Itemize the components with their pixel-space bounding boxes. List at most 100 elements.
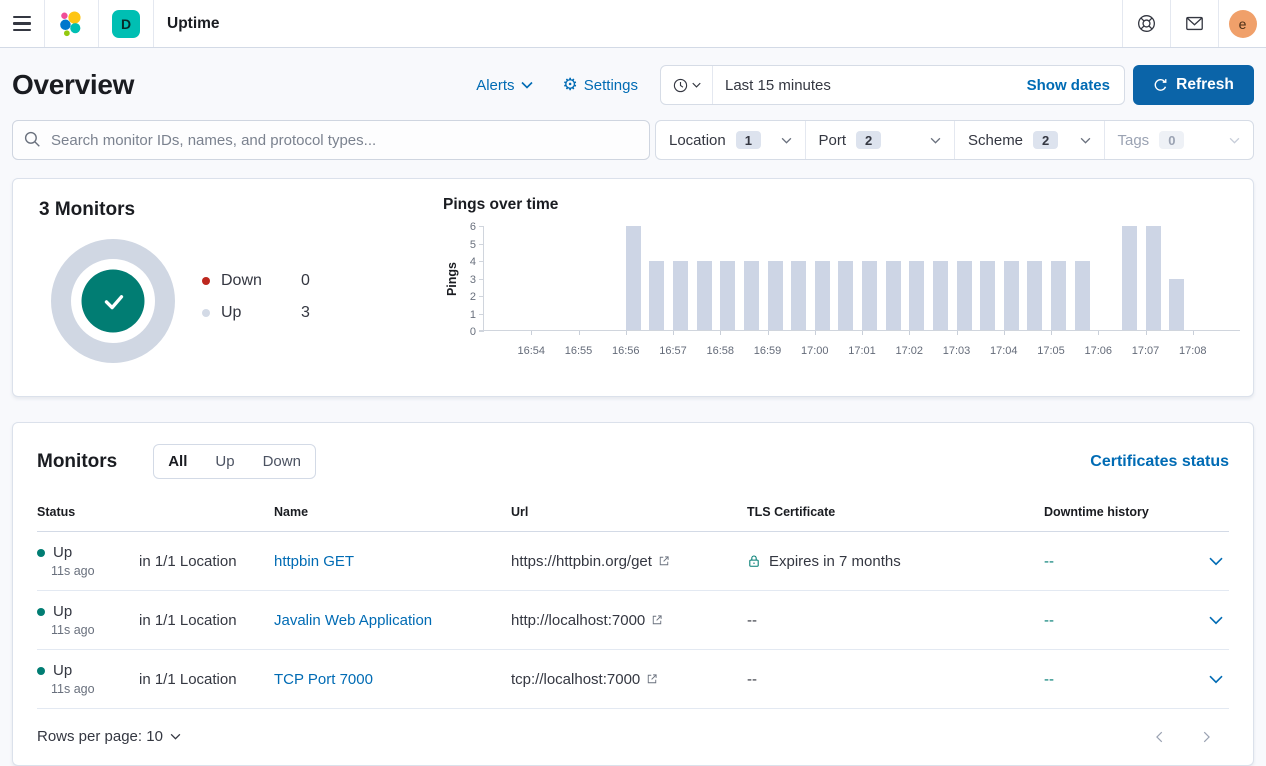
chart-bar	[1169, 279, 1184, 331]
column-header-tls: TLS Certificate	[747, 505, 1044, 519]
filter-port[interactable]: Port 2	[806, 121, 956, 159]
chart-title: Pings over time	[443, 196, 1240, 214]
tab-up[interactable]: Up	[201, 445, 248, 478]
top-navigation-bar: D Uptime e	[0, 0, 1266, 48]
chart-bar	[980, 261, 995, 330]
status-timestamp: 11s ago	[51, 564, 139, 578]
status-text: Up	[53, 544, 72, 561]
y-axis-tick: 4	[470, 257, 476, 268]
user-avatar[interactable]: e	[1229, 10, 1257, 38]
menu-button[interactable]	[0, 0, 44, 47]
newsfeed-button[interactable]	[1170, 0, 1218, 47]
x-axis-tick: 17:05	[1037, 345, 1065, 357]
expand-row-button[interactable]	[1209, 675, 1229, 684]
space-badge[interactable]: D	[112, 10, 140, 38]
external-link-icon[interactable]	[651, 614, 663, 626]
monitor-tls: --	[747, 671, 1044, 688]
quick-select-menu-button[interactable]	[661, 66, 713, 104]
gear-icon: ⚙	[563, 76, 578, 93]
monitor-status: Up 11s ago	[37, 662, 139, 696]
elastic-logo[interactable]	[45, 0, 98, 47]
monitor-name-link[interactable]: httpbin GET	[274, 553, 354, 570]
help-icon	[1137, 14, 1156, 33]
x-axis-tick: 16:56	[612, 345, 640, 357]
search-bar	[12, 120, 650, 160]
filter-scheme[interactable]: Scheme 2	[955, 121, 1105, 159]
filter-label: Port	[819, 132, 847, 149]
chevron-down-icon	[170, 733, 181, 740]
previous-page-button[interactable]	[1153, 730, 1167, 744]
filter-count-badge: 0	[1159, 131, 1184, 149]
column-header-status: Status	[37, 505, 139, 519]
filter-tags[interactable]: Tags 0	[1105, 121, 1254, 159]
y-axis-tick: 3	[470, 275, 476, 286]
monitor-location: in 1/1 Location	[139, 671, 274, 688]
tab-down[interactable]: Down	[249, 445, 315, 478]
rows-per-page-selector[interactable]: Rows per page: 10	[37, 728, 181, 745]
x-axis-tick: 16:54	[517, 345, 545, 357]
space-selector[interactable]: D	[99, 0, 153, 47]
y-axis-tick: 2	[470, 292, 476, 303]
filter-label: Tags	[1118, 132, 1150, 149]
status-timestamp: 11s ago	[51, 623, 139, 637]
mail-icon	[1185, 14, 1204, 33]
monitor-row: Up 11s ago in 1/1 Location Javalin Web A…	[37, 591, 1229, 650]
chevron-down-icon	[1080, 137, 1091, 144]
monitors-heading: Monitors	[37, 451, 117, 473]
x-axis-tick: 17:07	[1132, 345, 1160, 357]
y-axis-tick: 5	[470, 240, 476, 251]
filter-label: Location	[669, 132, 726, 149]
monitor-name-link[interactable]: TCP Port 7000	[274, 671, 373, 688]
filter-count-badge: 2	[1033, 131, 1058, 149]
pagination	[1153, 730, 1229, 744]
status-text: Up	[53, 603, 72, 620]
x-axis-tick: 17:04	[990, 345, 1018, 357]
chart-bar	[1004, 261, 1019, 330]
search-input[interactable]	[12, 120, 650, 160]
refresh-icon	[1153, 78, 1168, 93]
x-axis-tick: 16:57	[659, 345, 687, 357]
monitor-tls: Expires in 7 months	[747, 553, 1044, 570]
chevron-down-icon	[1229, 137, 1240, 144]
elastic-logo-icon	[58, 10, 85, 37]
menu-icon[interactable]	[13, 16, 31, 32]
external-link-icon[interactable]	[646, 673, 658, 685]
x-axis-tick: 17:03	[943, 345, 971, 357]
tab-all[interactable]: All	[154, 445, 201, 478]
snapshot-panel: 3 Monitors Down 0 Up 3 Pings over time P…	[12, 178, 1254, 397]
chevron-down-icon	[692, 82, 701, 88]
user-menu-button[interactable]: e	[1218, 0, 1266, 47]
up-status-dot	[37, 549, 45, 557]
monitor-name: Javalin Web Application	[274, 612, 511, 629]
monitor-tls: --	[747, 612, 1044, 629]
chart-bar	[1122, 226, 1137, 330]
chart-bar	[744, 261, 759, 330]
refresh-button[interactable]: Refresh	[1133, 65, 1254, 105]
x-axis-tick: 16:59	[754, 345, 782, 357]
status-donut-chart	[51, 239, 175, 363]
filter-label: Scheme	[968, 132, 1023, 149]
show-dates-button[interactable]: Show dates	[1027, 77, 1124, 94]
filter-location[interactable]: Location 1	[656, 121, 806, 159]
chart-plot-area: 16:5416:5516:5616:5716:5816:5917:0017:01…	[483, 226, 1240, 331]
time-range-picker: Last 15 minutes Show dates	[660, 65, 1125, 105]
expand-row-button[interactable]	[1209, 557, 1229, 566]
y-axis-tick: 6	[470, 222, 476, 233]
legend-dot	[202, 309, 210, 317]
chevron-down-icon	[1209, 675, 1223, 684]
expand-row-button[interactable]	[1209, 616, 1229, 625]
settings-button[interactable]: ⚙ Settings	[563, 77, 638, 94]
time-range-value[interactable]: Last 15 minutes	[713, 77, 1027, 94]
external-link-icon[interactable]	[658, 555, 670, 567]
next-page-button[interactable]	[1199, 730, 1213, 744]
x-axis-tick: 17:06	[1084, 345, 1112, 357]
monitor-row: Up 11s ago in 1/1 Location httpbin GET h…	[37, 532, 1229, 591]
alerts-dropdown[interactable]: Alerts	[476, 77, 532, 94]
certificates-status-link[interactable]: Certificates status	[1090, 453, 1229, 471]
filter-count-badge: 2	[856, 131, 881, 149]
chevron-down-icon	[521, 81, 533, 89]
x-axis-tick: 17:08	[1179, 345, 1207, 357]
status-filter-tabs: AllUpDown	[153, 444, 316, 479]
monitor-name-link[interactable]: Javalin Web Application	[274, 612, 432, 629]
help-button[interactable]	[1122, 0, 1170, 47]
